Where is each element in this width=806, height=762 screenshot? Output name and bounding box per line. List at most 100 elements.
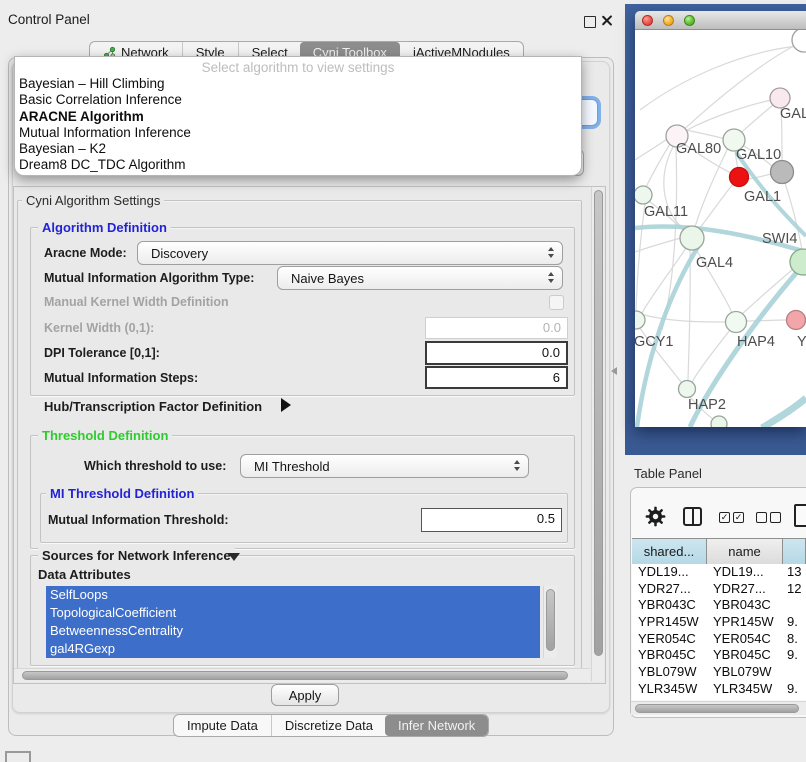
data-attributes-list: SelfLoops TopologicalCoefficient Between… xyxy=(46,586,540,658)
collapse-arrow-icon[interactable] xyxy=(228,553,240,561)
table-row[interactable]: YJL052C YJL052C 9 xyxy=(632,698,806,701)
cell-shared-name: YBR043C xyxy=(632,597,707,614)
table-row[interactable]: YBL079W YBL079W xyxy=(632,664,806,681)
node-label: GAL xyxy=(780,106,806,122)
node-partial-top[interactable] xyxy=(792,30,806,52)
dpi-tolerance-field[interactable]: 0.0 xyxy=(425,341,568,365)
which-threshold-label: Which threshold to use: xyxy=(84,459,226,473)
kernel-width-field[interactable]: 0.0 xyxy=(425,317,568,339)
expand-arrow-icon[interactable] xyxy=(281,398,291,412)
column-header-partial[interactable] xyxy=(783,539,806,564)
table-horizontal-scrollbar[interactable] xyxy=(631,701,806,715)
minimize-window-icon[interactable] xyxy=(663,15,674,26)
node-partial-bottom[interactable] xyxy=(711,416,727,427)
table-row[interactable]: YBR045C YBR045C 9. xyxy=(632,647,806,664)
dropdown-item[interactable]: Bayesian – K2 xyxy=(19,141,577,157)
control-panel-title: Control Panel xyxy=(8,12,90,27)
node-gray[interactable] xyxy=(771,161,794,184)
attribute-item[interactable]: SelfLoops xyxy=(46,586,540,604)
settings-horizontal-scrollbar[interactable] xyxy=(14,668,590,682)
node-label: GCY1 xyxy=(635,334,674,350)
export-table-icon[interactable] xyxy=(794,504,806,527)
scrollbar-thumb[interactable] xyxy=(594,190,603,656)
network-window-titlebar[interactable] xyxy=(635,11,806,30)
node-label: SWI4 xyxy=(762,231,797,247)
table-row[interactable]: YPR145W YPR145W 9. xyxy=(632,614,806,631)
settings-vertical-scrollbar[interactable] xyxy=(591,187,604,681)
node-gal4[interactable] xyxy=(680,226,704,250)
table-panel-title: Table Panel xyxy=(634,466,702,481)
node-label: GAL1 xyxy=(744,189,781,205)
manual-kernel-width-checkbox[interactable] xyxy=(549,295,564,310)
minimized-panel-icon[interactable] xyxy=(5,751,31,762)
dropdown-item[interactable]: Mutual Information Inference xyxy=(19,125,577,141)
node-label: GAL11 xyxy=(644,204,688,220)
cell-value: 8. xyxy=(783,631,806,648)
table-body: YDL19... YDL19... 13 YDR27... YDR27... 1… xyxy=(632,564,806,700)
node-swi4[interactable] xyxy=(790,249,806,275)
column-header-shared-name[interactable]: shared... xyxy=(632,539,707,564)
node-gal11[interactable] xyxy=(635,186,652,204)
table-row[interactable]: YBR043C YBR043C xyxy=(632,597,806,614)
panel-resize-handle[interactable] xyxy=(611,367,617,375)
node-label: GAL4 xyxy=(696,255,733,271)
mi-algorithm-type-select[interactable]: Naive Bayes xyxy=(277,266,563,290)
cell-name: YDL19... xyxy=(707,564,783,581)
network-graph: GAL GAL80 GAL10 GAL1 GAL11 SWI4 GAL4 GCY… xyxy=(635,30,806,427)
table-settings-gear-icon[interactable] xyxy=(645,506,666,532)
node-gal7[interactable] xyxy=(770,88,790,108)
zoom-window-icon[interactable] xyxy=(684,15,695,26)
tab-infer-network[interactable]: Infer Network xyxy=(385,715,488,736)
node-gal1[interactable] xyxy=(730,168,749,187)
select-all-columns-icon[interactable]: ✓ ✓ xyxy=(719,512,744,523)
dropdown-item[interactable]: Basic Correlation Inference xyxy=(19,92,577,108)
combo-arrows-icon xyxy=(548,247,554,258)
network-canvas[interactable]: GAL GAL80 GAL10 GAL1 GAL11 SWI4 GAL4 GCY… xyxy=(635,30,806,427)
cyni-settings-group-title: Cyni Algorithm Settings xyxy=(22,193,164,208)
cell-value: 9 xyxy=(783,698,806,701)
attribute-item[interactable]: gal4RGexp xyxy=(46,640,540,658)
attribute-item[interactable]: BetweennessCentrality xyxy=(46,622,540,640)
mi-steps-field[interactable]: 6 xyxy=(425,366,568,389)
scrollbar-thumb[interactable] xyxy=(635,704,799,713)
mi-steps-label: Mutual Information Steps: xyxy=(44,371,198,385)
tab-label: Impute Data xyxy=(187,718,258,733)
cell-value: 13 xyxy=(783,564,806,581)
attribute-item[interactable]: TopologicalCoefficient xyxy=(46,604,540,622)
show-columns-icon[interactable] xyxy=(683,507,702,526)
apply-button[interactable]: Apply xyxy=(271,684,339,706)
dropdown-item-list: Bayesian – Hill Climbing Basic Correlati… xyxy=(19,76,577,174)
combo-value: Naive Bayes xyxy=(291,271,364,286)
which-threshold-select[interactable]: MI Threshold xyxy=(240,454,529,478)
mi-threshold-field[interactable]: 0.5 xyxy=(421,508,562,532)
scrollbar-thumb[interactable] xyxy=(22,671,568,680)
mi-algorithm-type-label: Mutual Information Algorithm Type: xyxy=(44,271,254,285)
cell-name: YBL079W xyxy=(707,664,783,681)
cell-name: YBR045C xyxy=(707,647,783,664)
aracne-mode-select[interactable]: Discovery xyxy=(137,241,563,265)
tab-impute-data[interactable]: Impute Data xyxy=(174,715,271,736)
cell-shared-name: YDL19... xyxy=(632,564,707,581)
float-panel-icon[interactable] xyxy=(584,16,596,28)
node-hap2[interactable] xyxy=(679,381,696,398)
dropdown-item[interactable]: Dream8 DC_TDC Algorithm xyxy=(19,157,577,173)
node-gcy1[interactable] xyxy=(635,311,645,329)
cell-name: YLR345W xyxy=(707,681,783,698)
scrollbar-thumb[interactable] xyxy=(546,589,555,651)
deselect-all-columns-icon[interactable] xyxy=(756,512,781,523)
table-row[interactable]: YER054C YER054C 8. xyxy=(632,631,806,648)
close-panel-icon[interactable] xyxy=(600,14,613,27)
table-row[interactable]: YDR27... YDR27... 12 xyxy=(632,581,806,598)
tab-discretize-data[interactable]: Discretize Data xyxy=(271,715,386,736)
dropdown-item[interactable]: Bayesian – Hill Climbing xyxy=(19,76,577,92)
node-pink[interactable] xyxy=(787,311,806,330)
dropdown-item-selected[interactable]: ARACNE Algorithm xyxy=(19,109,577,125)
column-header-name[interactable]: name xyxy=(707,539,783,564)
close-window-icon[interactable] xyxy=(642,15,653,26)
attributes-list-scrollbar[interactable] xyxy=(543,586,557,658)
table-row[interactable]: YLR345W YLR345W 9. xyxy=(632,681,806,698)
cell-shared-name: YPR145W xyxy=(632,614,707,631)
manual-kernel-width-label: Manual Kernel Width Definition xyxy=(44,295,229,309)
node-hap4[interactable] xyxy=(726,312,747,333)
table-row[interactable]: YDL19... YDL19... 13 xyxy=(632,564,806,581)
